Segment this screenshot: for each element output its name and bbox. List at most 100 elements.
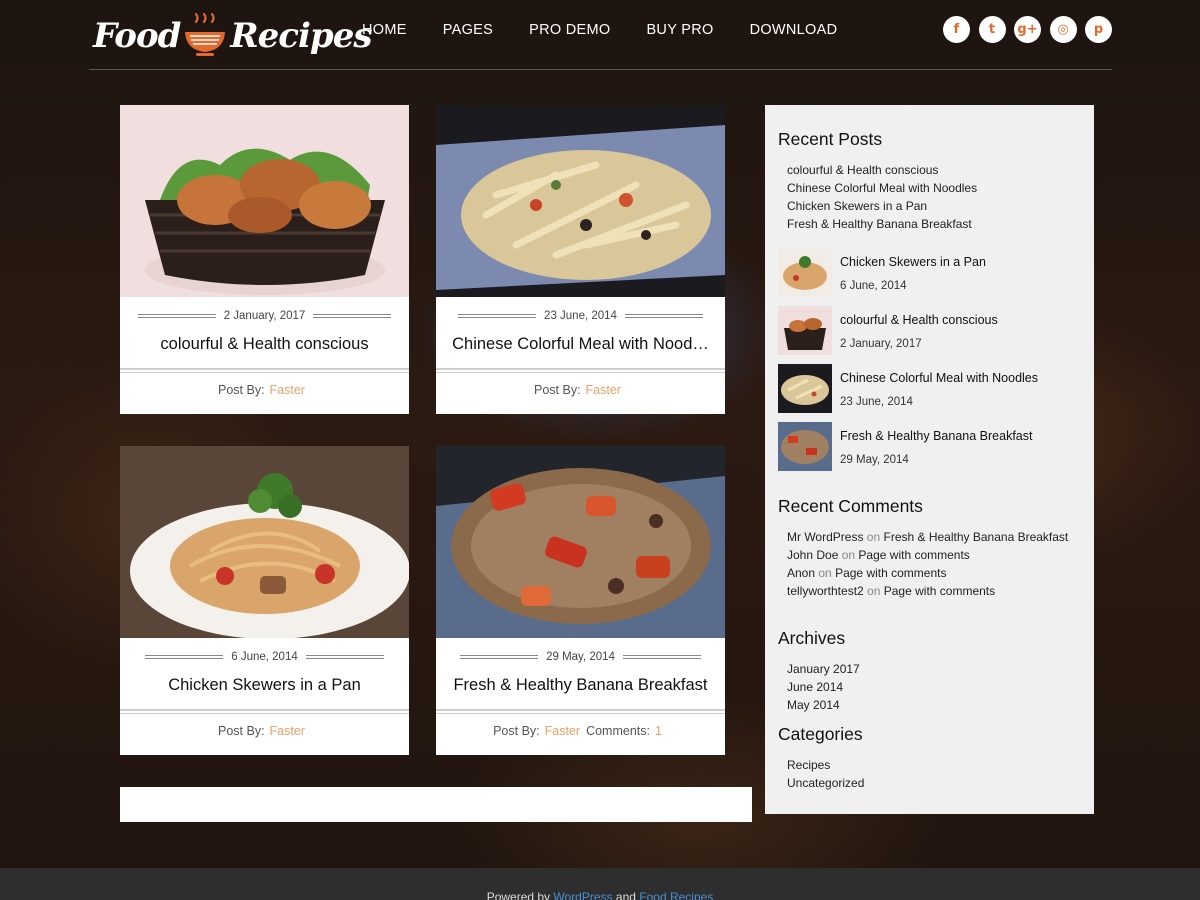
nav-pro-demo[interactable]: PRO DEMO [529,22,610,38]
site-footer: Powered by WordPress and Food Recipes [0,868,1200,900]
facebook-icon[interactable]: f [943,16,970,43]
recent-post-link[interactable]: Fresh & Healthy Banana Breakfast [787,215,977,233]
post-meta: Post By: Faster [436,383,725,397]
archives-list: January 2017 June 2014 May 2014 [787,660,860,714]
categories-list: Recipes Uncategorized [787,756,864,792]
footer-wordpress-link[interactable]: WordPress [553,890,612,900]
post-meta: Post By: Faster Comments: 1 [436,724,725,738]
comment-item: Anon on Page with comments [787,564,1077,582]
post-date-row: 23 June, 2014 [436,310,725,322]
thumb-post-item[interactable]: Chinese Colorful Meal with Noodles 23 Ju… [778,364,1078,414]
categories-title: Categories [778,724,863,744]
recent-post-link[interactable]: Chinese Colorful Meal with Noodles [787,179,977,197]
bowl-icon [185,12,226,56]
archive-link[interactable]: May 2014 [787,696,860,714]
post-card: 23 June, 2014 Chinese Colorful Meal with… [436,105,725,414]
post-by-label: Post By: [493,724,540,738]
comments-label: Comments: [586,724,650,738]
post-author-link[interactable]: Faster [586,383,621,397]
site-logo[interactable]: Food Recipes [93,10,372,62]
archive-link[interactable]: January 2017 [787,660,860,678]
post-date: 23 June, 2014 [544,310,617,322]
thumb-post-title[interactable]: colourful & Health conscious [840,313,998,327]
post-title[interactable]: Chinese Colorful Meal with Nood… [446,335,715,354]
footer-theme-link[interactable]: Food Recipes [639,890,713,900]
post-author-link[interactable]: Faster [270,724,305,738]
comment-post-link[interactable]: Fresh & Healthy Banana Breakfast [884,530,1069,544]
thumb-post-item[interactable]: Chicken Skewers in a Pan 6 June, 2014 [778,248,1078,298]
date-divider-left [458,314,537,318]
comment-post-link[interactable]: Page with comments [884,584,995,598]
main-nav: HOME PAGES PRO DEMO BUY PRO DOWNLOAD [344,22,855,38]
post-title[interactable]: colourful & Health conscious [130,335,399,354]
post-title[interactable]: Fresh & Healthy Banana Breakfast [446,676,715,695]
nav-pages[interactable]: PAGES [443,22,493,38]
post-image-fried-rice[interactable] [436,446,725,638]
post-date: 6 June, 2014 [231,651,298,663]
comment-author: Mr WordPress [787,530,864,544]
post-date: 2 January, 2017 [223,310,306,322]
thumb-post-date: 29 May, 2014 [840,454,909,466]
google-plus-icon[interactable]: g+ [1014,16,1041,43]
footer-and: and [615,890,636,900]
post-thumbnail[interactable] [778,248,832,297]
post-author-link[interactable]: Faster [545,724,580,738]
comment-post-link[interactable]: Page with comments [858,548,969,562]
post-date: 29 May, 2014 [546,651,615,663]
post-author-link[interactable]: Faster [270,383,305,397]
recent-comments-title: Recent Comments [778,496,923,516]
post-by-label: Post By: [218,724,265,738]
thumb-post-item[interactable]: Fresh & Healthy Banana Breakfast 29 May,… [778,422,1078,472]
pinterest-icon[interactable]: p [1085,16,1112,43]
post-image-spaghetti[interactable] [120,446,409,638]
post-meta: Post By: Faster [120,383,409,397]
date-divider-left [137,314,216,318]
twitter-icon[interactable]: t [978,16,1006,43]
post-meta: Post By: Faster [120,724,409,738]
comment-on: on [818,566,832,580]
recent-post-link[interactable]: colourful & Health conscious [787,161,977,179]
post-date-row: 6 June, 2014 [120,651,409,663]
post-by-label: Post By: [534,383,581,397]
post-image-fried-chicken[interactable] [120,105,409,297]
card-separator [120,709,409,714]
post-thumbnail[interactable] [778,306,832,355]
post-card: 6 June, 2014 Chicken Skewers in a Pan Po… [120,446,409,755]
comment-on: on [841,548,856,562]
card-separator [436,709,725,714]
thumb-post-title[interactable]: Chinese Colorful Meal with Noodles [840,371,1038,385]
date-divider-right [305,655,384,659]
nav-home[interactable]: HOME [362,22,407,38]
recent-comments-list: Mr WordPress on Fresh & Healthy Banana B… [787,528,1077,600]
nav-buy-pro[interactable]: BUY PRO [646,22,713,38]
date-divider-right [622,655,701,659]
header-divider [89,69,1112,70]
dribbble-icon[interactable]: ◎ [1049,16,1077,43]
recent-post-link[interactable]: Chicken Skewers in a Pan [787,197,977,215]
date-divider-left [460,655,539,659]
comments-count-link[interactable]: 1 [655,724,662,738]
footer-powered-by: Powered by [486,890,551,900]
thumb-post-title[interactable]: Chicken Skewers in a Pan [840,255,986,269]
recent-posts-title: Recent Posts [778,129,883,149]
nav-download[interactable]: DOWNLOAD [750,22,838,38]
post-image-pasta[interactable] [436,105,725,297]
comment-author: tellyworthtest2 [787,584,864,598]
date-divider-left [145,655,224,659]
post-thumbnail[interactable] [778,422,832,471]
thumb-post-title[interactable]: Fresh & Healthy Banana Breakfast [840,429,1032,443]
thumb-post-item[interactable]: colourful & Health conscious 2 January, … [778,306,1078,356]
post-title[interactable]: Chicken Skewers in a Pan [130,676,399,695]
post-card: 2 January, 2017 colourful & Health consc… [120,105,409,414]
card-separator [436,368,725,373]
category-link[interactable]: Recipes [787,756,864,774]
archive-link[interactable]: June 2014 [787,678,860,696]
logo-word-food: Food [93,16,181,56]
comment-item: tellyworthtest2 on Page with comments [787,582,1077,600]
social-links: f t g+ ◎ p [943,16,1121,43]
post-date-row: 2 January, 2017 [120,310,409,322]
comment-post-link[interactable]: Page with comments [835,566,946,580]
category-link[interactable]: Uncategorized [787,774,864,792]
post-thumbnail[interactable] [778,364,832,413]
comment-author: John Doe [787,548,839,562]
